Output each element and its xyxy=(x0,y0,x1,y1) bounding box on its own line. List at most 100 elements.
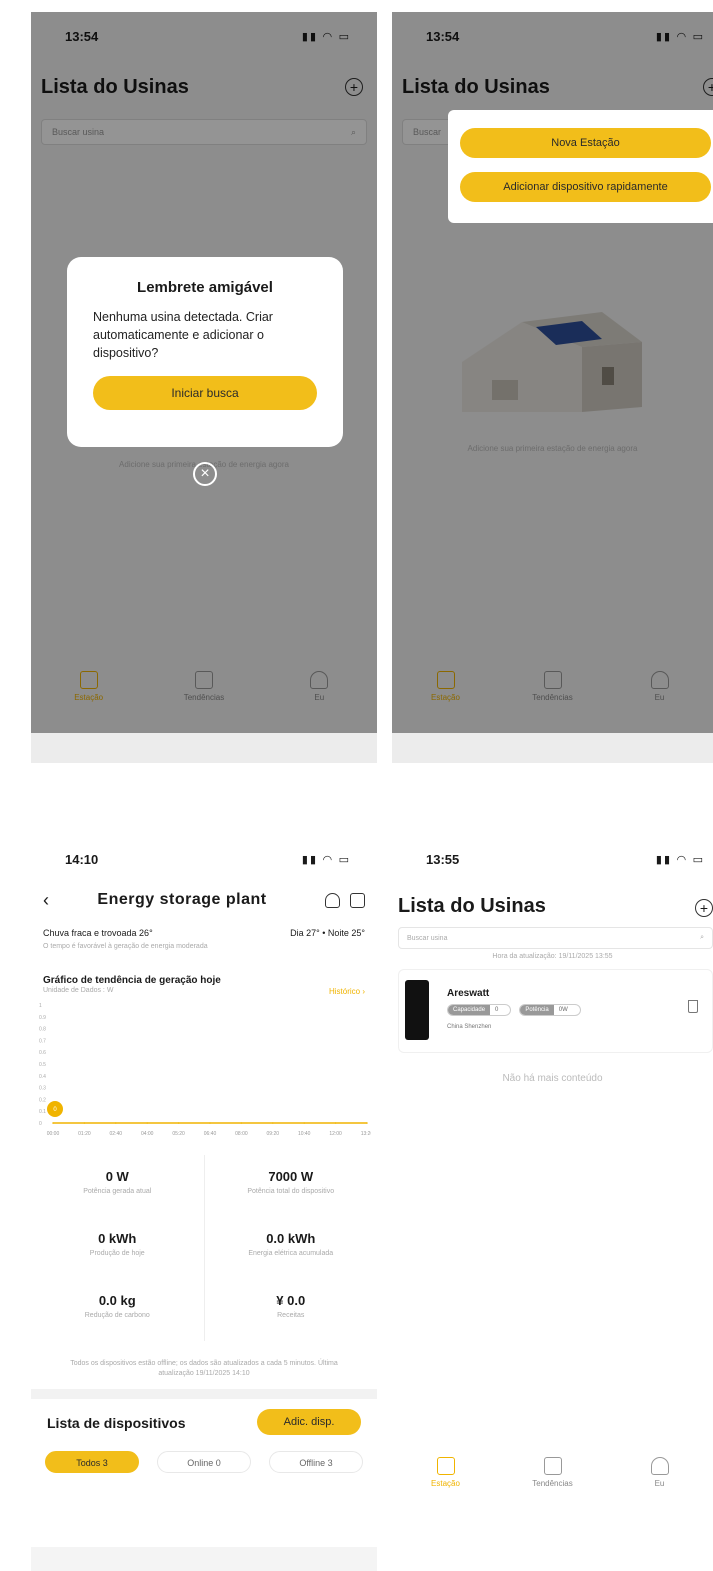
data-point xyxy=(83,1122,86,1124)
stats-row: 0 kWh Produção de hoje 0.0 kWh Energia elé… xyxy=(31,1217,377,1279)
y-tick-label: 0.7 xyxy=(39,1038,46,1044)
tab-trends-label: Tendências xyxy=(532,1479,573,1488)
trash-icon[interactable] xyxy=(688,1000,698,1013)
plant-title: Energy storage plant xyxy=(97,891,267,908)
stat-label: Energia elétrica acumulada xyxy=(248,1250,334,1257)
signal-wifi-battery-icon: ▮▮ ◠ ▭ xyxy=(301,853,351,866)
y-tick-label: 0.8 xyxy=(39,1027,46,1033)
y-tick-label: 0.4 xyxy=(39,1074,46,1080)
stat-value: 7000 W xyxy=(268,1169,314,1184)
screen-plant-detail: 14:10 ▮▮ ◠ ▭ ‹ Energy storage plant Chuv… xyxy=(31,835,377,1571)
chart-unit: Unidade de Dados : W xyxy=(43,987,114,994)
x-tick-label: 00:00 xyxy=(47,1131,60,1137)
station-icon xyxy=(436,1457,455,1475)
weather-row: Chuva fraca e trovoada 26° Dia 27° • Noi… xyxy=(43,928,365,938)
stat-carbon-reduction: 0.0 kg Redução de carbono xyxy=(31,1279,205,1341)
dialog-message: Nenhuma usina detectada. Criar automatic… xyxy=(93,310,273,360)
page-title: Lista do Usinas xyxy=(398,895,546,917)
stat-label: Redução de carbono xyxy=(84,1312,150,1319)
add-plant-icon[interactable]: + xyxy=(695,899,713,917)
close-icon[interactable]: × xyxy=(193,462,217,486)
device-filters: Todos 3 Online 0 Offline 3 xyxy=(45,1451,363,1473)
data-point xyxy=(209,1122,211,1124)
data-point xyxy=(177,1122,180,1124)
stats-row: 0.0 kg Redução de carbono ¥ 0.0 Receitas xyxy=(31,1279,377,1341)
y-tick-label: 0.5 xyxy=(39,1062,46,1068)
screen-plant-list: 13:55 ▮▮ ◠ ▭ Lista do Usinas + Buscar us… xyxy=(392,835,713,1571)
start-search-button[interactable]: Iniciar busca xyxy=(93,376,317,410)
badge-key: Capacidade xyxy=(448,1005,491,1015)
status-time: 14:10 xyxy=(65,851,99,867)
stat-value: 0.0 kg xyxy=(98,1293,136,1308)
home-indicator-area xyxy=(31,733,377,763)
stat-revenue: ¥ 0.0 Receitas xyxy=(205,1279,378,1341)
x-tick-label: 05:20 xyxy=(172,1131,185,1137)
stats-row: 0 W Potência gerada atual 7000 W Potência … xyxy=(31,1155,377,1217)
data-point xyxy=(334,1122,337,1124)
badge-value: 0W xyxy=(558,1007,568,1013)
new-station-button[interactable]: Nova Estação xyxy=(460,128,711,158)
stat-current-power: 0 W Potência gerada atual xyxy=(31,1155,205,1217)
person-icon xyxy=(650,1457,669,1475)
capacity-badge: Capacidade 0 xyxy=(447,1004,512,1016)
stat-label: Potência gerada atual xyxy=(83,1188,152,1195)
x-tick-label: 04:00 xyxy=(141,1131,154,1137)
x-tick-label: 02:40 xyxy=(110,1131,123,1137)
person-icon[interactable] xyxy=(325,892,340,908)
y-tick-label: 0.3 xyxy=(39,1086,46,1092)
add-menu: Nova Estação Adicionar dispositivo rapid… xyxy=(448,110,713,223)
generation-trend-chart: 0 0.1 0.2 0.3 0.4 0.5 0.6 0.7 0.8 0.9 1 00:00 01:20 0… xyxy=(39,1003,371,1137)
update-time: Hora da atualização: 19/11/2025 13:55 xyxy=(492,953,613,960)
data-point xyxy=(240,1122,243,1124)
y-tick-label: 0.9 xyxy=(39,1015,46,1021)
data-point xyxy=(52,1122,54,1124)
no-more-content: Não há mais conteúdo xyxy=(502,1073,603,1084)
plant-card[interactable]: Areswatt Capacidade 0 Potência 0W China Sh… xyxy=(398,969,713,1053)
data-point xyxy=(272,1122,274,1124)
x-tick-label: 06:40 xyxy=(204,1131,217,1137)
plant-badges: Capacidade 0 Potência 0W xyxy=(447,1004,581,1016)
power-badge: Potência 0W xyxy=(519,1004,581,1016)
stat-value: ¥ 0.0 xyxy=(276,1293,306,1308)
signal-wifi-battery-icon: ▮▮ ◠ ▭ xyxy=(655,853,705,866)
stats-grid: 0 W Potência gerada atual 7000 W Potência … xyxy=(31,1155,377,1341)
data-point xyxy=(303,1122,306,1124)
history-link[interactable]: Histórico › xyxy=(329,987,365,996)
stat-accumulated-energy: 0.0 kWh Energia elétrica acumulada xyxy=(205,1217,378,1279)
tab-bar: Estação Tendências Eu xyxy=(392,1457,713,1513)
search-placeholder: Buscar usina xyxy=(407,934,448,942)
search-icon: ⌕ xyxy=(700,934,704,941)
screen-plant-list-menu: 13:54 ▮▮ ◠ ▭ Lista do Usinas + Buscar Ad… xyxy=(392,12,713,763)
stat-value: 0 W xyxy=(105,1169,129,1184)
stat-value: 0 kWh xyxy=(98,1231,137,1246)
stat-today-production: 0 kWh Produção de hoje xyxy=(31,1217,205,1279)
tab-me[interactable]: Eu xyxy=(620,1457,700,1488)
y-tick-label: 0.2 xyxy=(39,1097,46,1103)
reminder-dialog: Lembrete amigável Nenhuma usina detectad… xyxy=(67,257,343,447)
tab-station-label: Estação xyxy=(431,1479,460,1488)
chart-title: Gráfico de tendência de geração hoje xyxy=(43,975,221,986)
weather-condition: Chuva fraca e trovoada 26° xyxy=(43,928,153,938)
weather-note: O tempo é favorável à geração de energia… xyxy=(43,943,208,950)
badge-key: Potência xyxy=(520,1005,554,1015)
screen-plant-list-reminder: 13:54 ▮▮ ◠ ▭ Lista do Usinas + Buscar us… xyxy=(31,12,377,763)
add-device-button[interactable]: Adic. disp. xyxy=(257,1409,361,1435)
plant-name: Areswatt xyxy=(447,988,490,999)
tab-trends[interactable]: Tendências xyxy=(513,1457,593,1488)
quick-add-device-button[interactable]: Adicionar dispositivo rapidamente xyxy=(460,172,711,202)
filter-offline[interactable]: Offline 3 xyxy=(269,1451,363,1473)
y-tick-label: 0 xyxy=(39,1121,42,1127)
plant-thumbnail xyxy=(405,980,429,1040)
data-point xyxy=(115,1122,117,1124)
filter-online[interactable]: Online 0 xyxy=(157,1451,251,1473)
data-point xyxy=(366,1122,368,1124)
stat-value: 0.0 kWh xyxy=(266,1231,316,1246)
y-tick-label: 1 xyxy=(39,1003,42,1009)
tab-station[interactable]: Estação xyxy=(406,1457,486,1488)
badge-value: 0 xyxy=(495,1007,499,1013)
edit-icon[interactable] xyxy=(350,892,365,908)
status-bar: 14:10 ▮▮ ◠ ▭ xyxy=(31,835,377,883)
search-input[interactable]: Buscar usina ⌕ xyxy=(398,927,713,949)
y-tick-label: 0.6 xyxy=(39,1050,46,1056)
filter-all[interactable]: Todos 3 xyxy=(45,1451,139,1473)
